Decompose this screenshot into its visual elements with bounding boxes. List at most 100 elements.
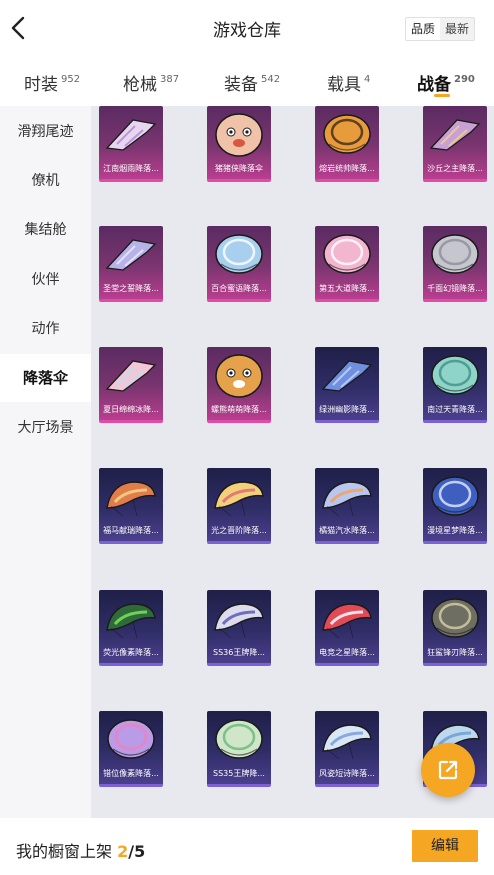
item-name: 荧光像素降落... — [103, 648, 159, 657]
item-name: 绿洲幽影降落... — [319, 405, 375, 414]
tab-equipment[interactable]: 装备 542 — [224, 70, 280, 95]
item-name: 第五大道降落... — [319, 284, 375, 293]
item-card[interactable]: 绿洲幽影降落... — [315, 347, 379, 423]
share-button[interactable] — [421, 743, 475, 797]
item-name: 熔岩统帅降落... — [319, 164, 375, 173]
tab-label: 枪械 — [123, 75, 157, 95]
sort-option-newest[interactable]: 最新 — [440, 18, 474, 40]
parachute-icon — [431, 355, 479, 395]
sidebar-item-wingman[interactable]: 僚机 — [0, 157, 91, 205]
tab-vehicles[interactable]: 载具 4 — [327, 70, 370, 95]
item-name: 圣堂之誓降落... — [103, 284, 159, 293]
item-name: 南过天青降落... — [427, 405, 483, 414]
item-card[interactable]: 千面幻镜降落... — [423, 226, 487, 302]
sidebar-item-lobby-scene[interactable]: 大厅场景 — [0, 404, 91, 452]
tab-label: 时装 — [24, 75, 58, 95]
item-name: 夏日绵绵冰降... — [103, 405, 159, 414]
item-card[interactable]: 橘猫汽水降落... — [315, 468, 379, 544]
tab-label: 载具 — [327, 75, 361, 95]
item-name: 沙丘之主降落... — [427, 164, 483, 173]
item-card[interactable]: 第五大道降落... — [315, 226, 379, 302]
parachute-icon — [322, 603, 372, 639]
showcase-label: 我的橱窗上架 — [16, 842, 113, 861]
sort-option-quality[interactable]: 品质 — [406, 18, 441, 40]
parachute-icon — [105, 360, 157, 392]
item-card[interactable]: 沙丘之主降落... — [423, 106, 487, 182]
showcase-total-count: /5 — [128, 842, 146, 861]
item-card[interactable]: SS36王牌降... — [207, 590, 271, 666]
tab-count: 290 — [454, 74, 475, 85]
parachute-icon — [429, 119, 481, 151]
item-name: 百合蜜语降落... — [211, 284, 267, 293]
parachute-icon — [321, 360, 373, 392]
item-card[interactable]: 夏日绵绵冰降... — [99, 347, 163, 423]
item-card[interactable]: 漫境星梦降落... — [423, 468, 487, 544]
item-name: 千面幻镜降落... — [427, 284, 483, 293]
tab-count: 542 — [261, 74, 281, 85]
item-card[interactable]: 狂鲨锋刃降落... — [423, 590, 487, 666]
showcase-current-count: 2 — [117, 842, 129, 861]
sidebar-item-assembly-pod[interactable]: 集结舱 — [0, 206, 91, 254]
parachute-icon — [105, 119, 157, 151]
item-card[interactable]: 猪猪侠降落伞 — [207, 106, 271, 182]
item-name: 电竞之星降落... — [319, 648, 375, 657]
item-name: 橘猫汽水降落... — [319, 526, 375, 535]
item-card[interactable]: 百合蜜语降落... — [207, 226, 271, 302]
parachute-icon — [431, 476, 479, 516]
item-card[interactable]: 南过天青降落... — [423, 347, 487, 423]
header: 游戏仓库 品质 最新 — [0, 0, 494, 58]
parachute-icon — [322, 481, 372, 517]
item-card[interactable]: 熔岩统帅降落... — [315, 106, 379, 182]
tab-count: 387 — [160, 74, 180, 85]
item-card[interactable]: 风姿短诗降落... — [315, 711, 379, 787]
item-card[interactable]: 光之晋阶降落... — [207, 468, 271, 544]
parachute-icon — [105, 239, 157, 271]
parachute-icon — [107, 719, 155, 759]
sidebar-item-emote[interactable]: 动作 — [0, 305, 91, 353]
parachute-icon — [323, 234, 371, 274]
sort-toggle: 品质 最新 — [405, 17, 476, 41]
item-name: 江南烟雨降落... — [103, 164, 159, 173]
parachute-icon — [431, 234, 479, 274]
category-tabs: 时装 952 枪械 387 装备 542 载具 4 战备 290 — [0, 62, 494, 104]
tab-count: 952 — [61, 74, 81, 85]
item-name: SS35王牌降... — [213, 769, 265, 778]
share-external-icon — [438, 760, 458, 780]
item-name: 猪猪侠降落伞 — [215, 164, 263, 173]
sidebar-item-companion[interactable]: 伙伴 — [0, 256, 91, 304]
item-name: 螺熊萌萌降落... — [211, 405, 267, 414]
showcase-status: 我的橱窗上架 2/5 — [16, 838, 145, 862]
parachute-icon — [323, 114, 371, 154]
item-card[interactable]: 电竞之星降落... — [315, 590, 379, 666]
parachute-grid: 江南烟雨降落... 猪猪侠降落伞 熔岩统帅降落... 沙丘之主降落... 圣堂之誓降落.… — [91, 106, 494, 818]
active-tab-indicator — [434, 94, 450, 97]
parachute-icon — [214, 481, 264, 517]
sidebar-item-glide-trail[interactable]: 滑翔尾迹 — [0, 108, 91, 156]
tab-fashion[interactable]: 时装 952 — [24, 70, 80, 95]
item-name: 福马献瑞降落... — [103, 526, 159, 535]
parachute-icon — [214, 603, 264, 639]
tab-label: 战备 — [417, 75, 451, 95]
item-card[interactable]: 江南烟雨降落... — [99, 106, 163, 182]
item-name: 错位像素降落... — [103, 769, 159, 778]
parachute-icon — [106, 603, 156, 639]
item-card[interactable]: 荧光像素降落... — [99, 590, 163, 666]
tab-battle-prep[interactable]: 战备 290 — [417, 70, 475, 95]
item-name: 风姿短诗降落... — [319, 769, 375, 778]
item-card[interactable]: SS35王牌降... — [207, 711, 271, 787]
item-card[interactable]: 错位像素降落... — [99, 711, 163, 787]
edit-button[interactable]: 编辑 — [412, 830, 478, 862]
parachute-icon — [322, 724, 372, 760]
item-card[interactable]: 螺熊萌萌降落... — [207, 347, 271, 423]
item-card[interactable]: 福马献瑞降落... — [99, 468, 163, 544]
item-name: 狂鲨锋刃降落... — [427, 648, 483, 657]
item-card[interactable]: 圣堂之誓降落... — [99, 226, 163, 302]
parachute-icon — [215, 354, 263, 398]
parachute-icon — [431, 598, 479, 638]
sidebar-item-parachute[interactable]: 降落伞 — [0, 354, 91, 402]
tab-count: 4 — [364, 74, 371, 85]
bottom-bar: 我的橱窗上架 2/5 编辑 — [0, 818, 494, 875]
parachute-icon — [215, 113, 263, 157]
tab-weapons[interactable]: 枪械 387 — [123, 70, 179, 95]
sidebar: 滑翔尾迹 僚机 集结舱 伙伴 动作 降落伞 大厅场景 — [0, 106, 91, 818]
